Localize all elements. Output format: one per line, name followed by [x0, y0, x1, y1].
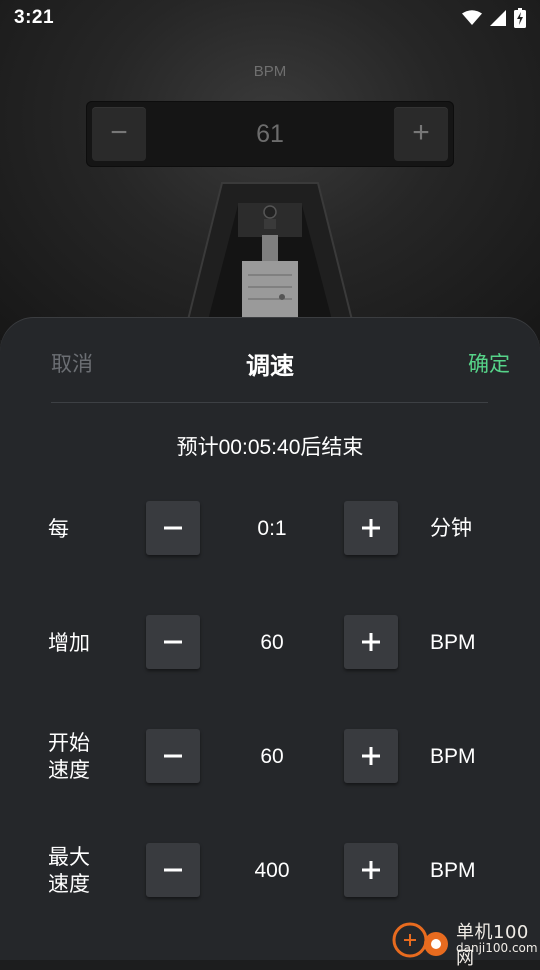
confirm-button[interactable]: 确定 [468, 348, 510, 378]
max-speed-decrease-button[interactable] [146, 843, 200, 897]
status-icons [462, 8, 526, 28]
interval-value: 0:1 [257, 517, 287, 540]
interval-unit: 分钟 [430, 517, 472, 540]
watermark-logo-icon [392, 922, 448, 958]
start-speed-unit: BPM [430, 745, 476, 768]
status-bar: 3:21 [0, 0, 540, 36]
bpm-label: BPM [253, 63, 287, 80]
increment-unit: BPM [430, 631, 476, 654]
start-speed-label: 开始速度 [48, 732, 90, 782]
cell-signal-icon [490, 10, 506, 26]
max-speed-label: 最大速度 [48, 846, 90, 896]
sheet-header: 取消 调速 确定 [0, 318, 540, 402]
header-divider [51, 402, 488, 403]
estimate-text: 预计00:05:40后结束 [176, 436, 364, 459]
watermark-url: danji100.com [456, 941, 538, 955]
minus-icon [164, 868, 182, 872]
start-speed-increase-button[interactable] [344, 729, 398, 783]
interval-decrease-button[interactable] [146, 501, 200, 555]
bpm-control: 61 − + [86, 101, 454, 167]
start-speed-row: 开始速度 60 BPM [0, 729, 540, 785]
wifi-icon [462, 10, 482, 26]
speed-adjust-sheet: 取消 调速 确定 预计00:05:40后结束 每 0:1 分钟 增加 60 BP… [0, 318, 540, 960]
increment-label: 增加 [48, 631, 90, 655]
sheet-title: 调速 [246, 353, 294, 380]
max-speed-unit: BPM [430, 859, 476, 882]
bpm-decrease-button[interactable]: − [92, 107, 146, 161]
metronome-illustration [180, 175, 360, 325]
plus-icon [362, 519, 380, 537]
start-speed-decrease-button[interactable] [146, 729, 200, 783]
start-speed-value: 60 [260, 745, 284, 768]
plus-icon [362, 861, 380, 879]
plus-icon [362, 633, 380, 651]
increment-value: 60 [260, 631, 284, 654]
bpm-increase-button[interactable]: + [394, 107, 448, 161]
increment-increase-button[interactable] [344, 615, 398, 669]
increment-row: 增加 60 BPM [0, 615, 540, 671]
max-speed-row: 最大速度 400 BPM [0, 843, 540, 899]
interval-row: 每 0:1 分钟 [0, 501, 540, 557]
minus-icon [164, 526, 182, 530]
plus-icon [362, 747, 380, 765]
max-speed-value: 400 [254, 859, 290, 882]
status-time: 3:21 [14, 7, 55, 28]
minus-icon [164, 754, 182, 758]
watermark: 单机100网 danji100.com [388, 914, 540, 969]
interval-label: 每 [48, 517, 69, 541]
minus-icon [164, 640, 182, 644]
increment-decrease-button[interactable] [146, 615, 200, 669]
max-speed-increase-button[interactable] [344, 843, 398, 897]
battery-charging-icon [514, 8, 526, 28]
interval-increase-button[interactable] [344, 501, 398, 555]
